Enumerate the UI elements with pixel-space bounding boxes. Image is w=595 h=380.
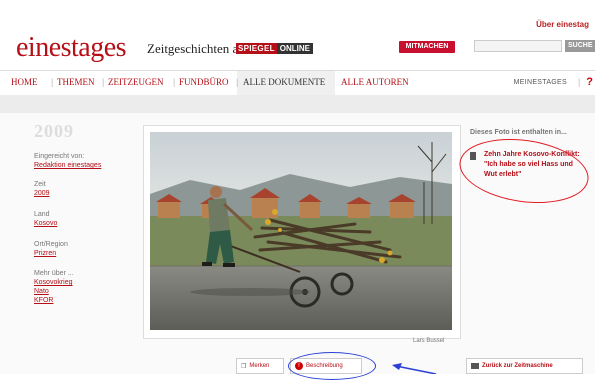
meinestages-link[interactable]: MEINESTAGES	[514, 79, 567, 86]
help-icon[interactable]: ?	[586, 76, 593, 88]
spiegel-logo-part: SPIEGEL	[236, 43, 277, 54]
nav-item-zeitzeugen[interactable]: ZEITZEUGEN	[108, 77, 163, 87]
nav-item-home[interactable]: HOME	[11, 77, 38, 87]
main-photo[interactable]	[150, 132, 452, 330]
mehr-link-kosovokrieg[interactable]: Kosovokrieg	[34, 279, 73, 286]
subnav-band	[0, 95, 595, 113]
mehr-link-nato[interactable]: Nato	[34, 288, 49, 295]
mehr-link-kfor[interactable]: KFOR	[34, 297, 53, 304]
nav-item-fundbuero[interactable]: FUNDBÜRO	[179, 77, 229, 87]
zeit-link[interactable]: 2009	[34, 190, 50, 197]
online-logo-part: ONLINE	[276, 43, 314, 54]
search-button[interactable]: SUCHE	[565, 40, 595, 52]
zeit-label: Zeit	[34, 181, 46, 188]
nav-separator: |	[51, 77, 54, 87]
nav-separator: |	[578, 77, 581, 87]
back-label: Zurück zur Zeitmaschine	[482, 363, 553, 369]
eingereicht-link[interactable]: Redaktion einestages	[34, 162, 101, 169]
land-link[interactable]: Kosovo	[34, 220, 57, 227]
nav-separator: |	[236, 77, 239, 87]
search-input[interactable]	[474, 40, 562, 52]
site-logo[interactable]: einestages	[16, 34, 127, 62]
photo-illustration	[150, 132, 452, 330]
spiegel-online-logo[interactable]: SPIEGEL ONLINE	[236, 43, 314, 54]
ort-link[interactable]: Prizren	[34, 250, 56, 257]
nav-item-alle-autoren[interactable]: ALLE AUTOREN	[341, 77, 409, 87]
ort-label: Ort/Region	[34, 241, 68, 248]
about-einestages-link[interactable]: Über einestag	[536, 20, 589, 29]
merken-label: Merken	[249, 363, 270, 369]
year-heading: 2009	[34, 121, 74, 141]
land-label: Land	[34, 211, 50, 218]
nav-separator: |	[102, 77, 105, 87]
site-subtitle: Zeitgeschichten auf	[147, 41, 250, 56]
main-nav: HOME | THEMEN | ZEITZEUGEN | FUNDBÜRO | …	[0, 70, 595, 96]
mehr-ueber-label: Mehr über ...	[34, 270, 74, 277]
annotation-circle-beschreibung	[288, 352, 376, 380]
annotation-arrow	[392, 363, 437, 374]
nav-item-themen[interactable]: THEMEN	[57, 77, 95, 87]
photo-credit: Lars Bussel	[413, 338, 445, 344]
nav-item-alle-dokumente[interactable]: ALLE DOKUMENTE	[243, 77, 325, 87]
contained-in-heading: Dieses Foto ist enthalten in...	[470, 129, 567, 136]
mitmachen-button[interactable]: MITMACHEN	[399, 41, 455, 53]
back-icon	[471, 363, 479, 369]
eingereicht-label: Eingereicht von:	[34, 153, 85, 160]
bookmark-icon: ❐	[241, 363, 247, 370]
merken-button[interactable]: ❐ Merken	[236, 358, 284, 374]
nav-separator: |	[173, 77, 176, 87]
back-to-timemachine-button[interactable]: Zurück zur Zeitmaschine	[466, 358, 583, 374]
